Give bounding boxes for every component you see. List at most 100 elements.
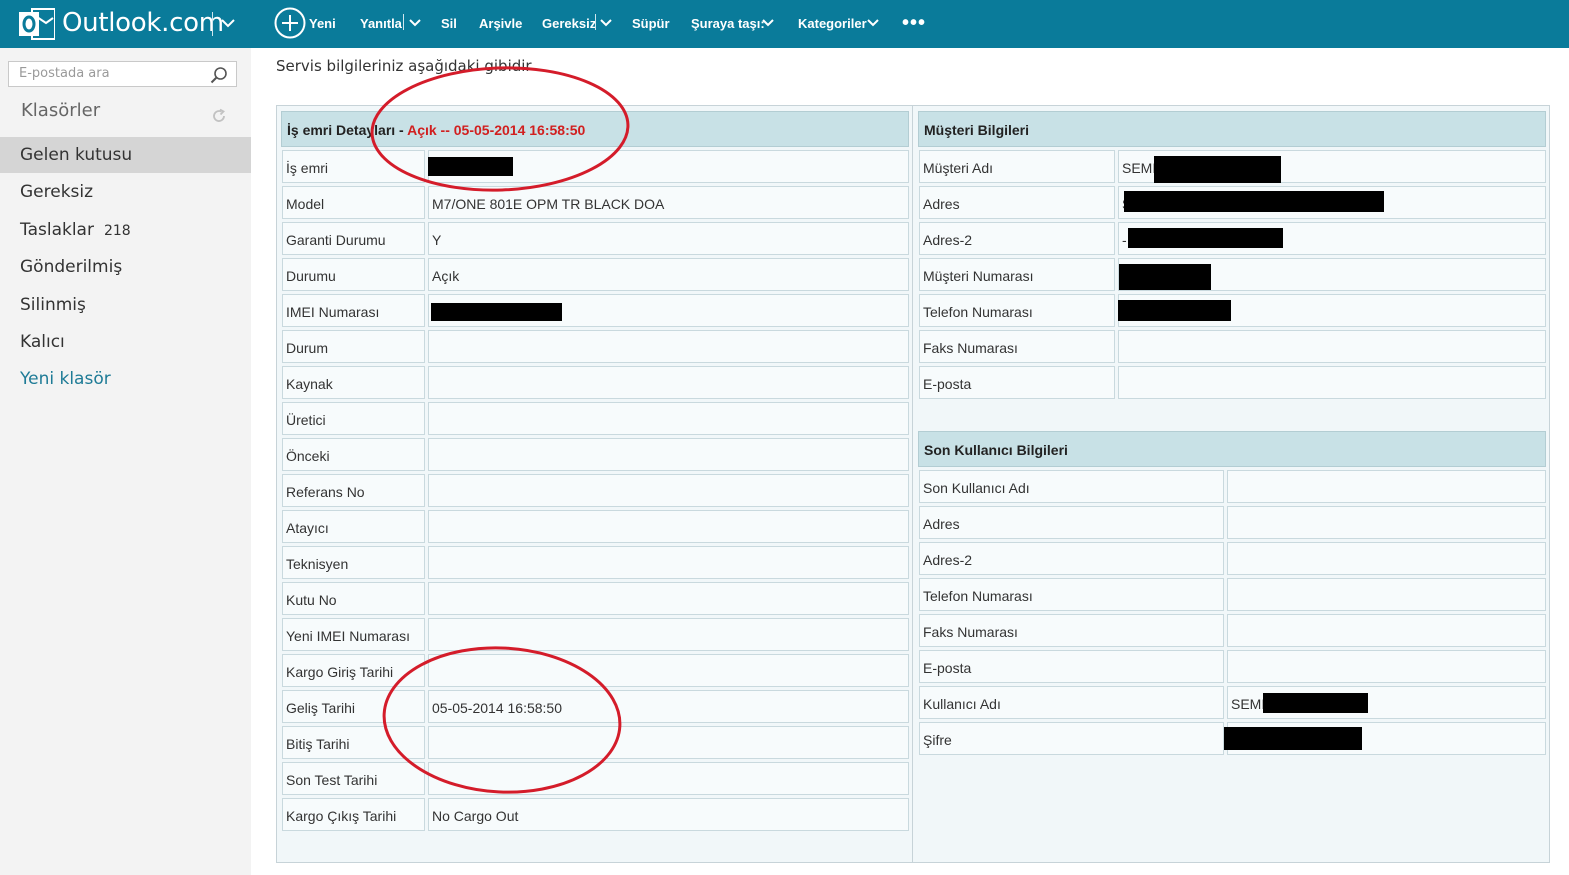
work-order-label: Garanti Durumu: [282, 222, 425, 255]
end-user-value: [1227, 578, 1546, 611]
end-user-label: Telefon Numarası: [919, 578, 1224, 611]
brand-name[interactable]: Outlook.com: [62, 8, 224, 38]
end-user-label: Son Kullanıcı Adı: [919, 470, 1224, 503]
folder-label: Gelen kutusu: [20, 145, 133, 165]
end-user-value: [1227, 614, 1546, 647]
search-box: [8, 61, 237, 87]
folder-junk[interactable]: Gereksiz: [0, 174, 251, 210]
customer-label: Adres-2: [919, 222, 1115, 255]
folder-inbox[interactable]: Gelen kutusu: [0, 137, 251, 173]
chevron-down-icon[interactable]: [600, 17, 612, 29]
end-user-label: Adres-2: [919, 542, 1224, 575]
search-icon[interactable]: [210, 66, 228, 84]
work-order-value: [428, 438, 909, 471]
folder-label: Gereksiz: [20, 182, 94, 202]
customer-label: Telefon Numarası: [919, 294, 1115, 327]
end-user-label: Faks Numarası: [919, 614, 1224, 647]
work-order-value: [428, 330, 909, 363]
chevron-down-icon[interactable]: [409, 17, 421, 29]
new-folder-link[interactable]: Yeni klasör: [0, 361, 251, 397]
redacted-password: [1224, 727, 1362, 750]
work-order-value: [428, 402, 909, 435]
end-user-label: Kullanıcı Adı: [919, 686, 1224, 719]
new-button[interactable]: Yeni: [309, 16, 336, 31]
work-order-value: [428, 546, 909, 579]
work-order-label: Geliş Tarihi: [282, 690, 425, 723]
redacted-address-2: [1128, 228, 1283, 248]
work-order-label: Kargo Giriş Tarihi: [282, 654, 425, 687]
sweep-button[interactable]: Süpür: [632, 16, 670, 31]
junk-divider: [595, 14, 596, 30]
folder-count: 218: [103, 223, 131, 239]
work-order-label: Kutu No: [282, 582, 425, 615]
work-order-label: Atayıcı: [282, 510, 425, 543]
search-input[interactable]: [19, 66, 209, 81]
outlook-logo-icon[interactable]: [18, 6, 55, 42]
customer-label: E-posta: [919, 366, 1115, 399]
work-order-value: M7/ONE 801E OPM TR BLACK DOA: [428, 186, 909, 219]
work-order-label: Son Test Tarihi: [282, 762, 425, 795]
message-intro: Servis bilgileriniz aşağıdaki gibidir .: [276, 57, 542, 75]
redacted-imei: [431, 303, 562, 321]
move-to-button[interactable]: Şuraya taşı:: [691, 16, 765, 31]
customer-value: [1118, 330, 1546, 363]
folder-label: Silinmiş: [20, 295, 86, 315]
work-order-label: Bitiş Tarihi: [282, 726, 425, 759]
chevron-down-icon[interactable]: [220, 15, 236, 31]
refresh-icon[interactable]: [211, 108, 227, 124]
folder-label: Gönderilmiş: [20, 257, 123, 277]
work-order-value: [428, 510, 909, 543]
work-order-value: [428, 366, 909, 399]
work-order-label: İş emri: [282, 150, 425, 183]
delete-button[interactable]: Sil: [441, 16, 457, 31]
work-order-label: Referans No: [282, 474, 425, 507]
work-order-value: [428, 762, 909, 795]
customer-title: Müşteri Bilgileri: [924, 122, 1030, 138]
redacted-work-order: [428, 157, 513, 176]
work-order-label: Yeni IMEI Numarası: [282, 618, 425, 651]
work-order-label: Durumu: [282, 258, 425, 291]
redacted-address: [1124, 191, 1384, 212]
folders-title: Klasörler: [21, 100, 101, 121]
junk-button[interactable]: Gereksiz: [542, 16, 596, 31]
work-order-title: İş emri Detayları -: [287, 122, 408, 138]
folder-sent[interactable]: Gönderilmiş: [0, 249, 251, 285]
categories-button[interactable]: Kategoriler: [798, 16, 867, 31]
top-bar: Outlook.com Yeni Yanıtla Sil Arşivle Ger…: [0, 0, 1569, 48]
work-order-value: [428, 654, 909, 687]
redacted-username: [1263, 693, 1368, 713]
end-user-value: [1227, 542, 1546, 575]
work-order-label: Kargo Çıkış Tarihi: [282, 798, 425, 831]
work-order-status: Açık -- 05-05-2014 16:58:50: [407, 122, 586, 138]
end-user-label: Şifre: [919, 722, 1224, 755]
column-divider: [912, 105, 913, 863]
sidebar: Klasörler Gelen kutusu Gereksiz Taslakla…: [0, 48, 251, 875]
brand-divider: [212, 12, 213, 36]
folder-drafts[interactable]: Taslaklar 218: [0, 212, 251, 248]
folder-label: Taslaklar: [20, 220, 94, 240]
work-order-value: 05-05-2014 16:58:50: [428, 690, 909, 723]
end-user-value: [1227, 470, 1546, 503]
end-user-header: Son Kullanıcı Bilgileri: [918, 431, 1546, 467]
folder-archive[interactable]: Kalıcı: [0, 324, 251, 360]
end-user-title: Son Kullanıcı Bilgileri: [924, 442, 1068, 458]
archive-button[interactable]: Arşivle: [479, 16, 522, 31]
reply-button[interactable]: Yanıtla: [360, 16, 402, 31]
work-order-label: Önceki: [282, 438, 425, 471]
work-order-label: Teknisyen: [282, 546, 425, 579]
new-plus-icon[interactable]: [274, 7, 306, 39]
work-order-label: Model: [282, 186, 425, 219]
more-options-icon[interactable]: •••: [902, 12, 926, 35]
customer-label: Müşteri Adı: [919, 150, 1115, 183]
work-order-value: No Cargo Out: [428, 798, 909, 831]
chevron-down-icon[interactable]: [762, 17, 774, 29]
reply-divider: [403, 14, 404, 30]
customer-value: [1118, 366, 1546, 399]
work-order-label: IMEI Numarası: [282, 294, 425, 327]
chevron-down-icon[interactable]: [867, 17, 879, 29]
work-order-value: Y: [428, 222, 909, 255]
redacted-customer-name: [1154, 156, 1281, 183]
folder-deleted[interactable]: Silinmiş: [0, 287, 251, 323]
work-order-value: [428, 474, 909, 507]
redacted-phone: [1118, 300, 1231, 321]
